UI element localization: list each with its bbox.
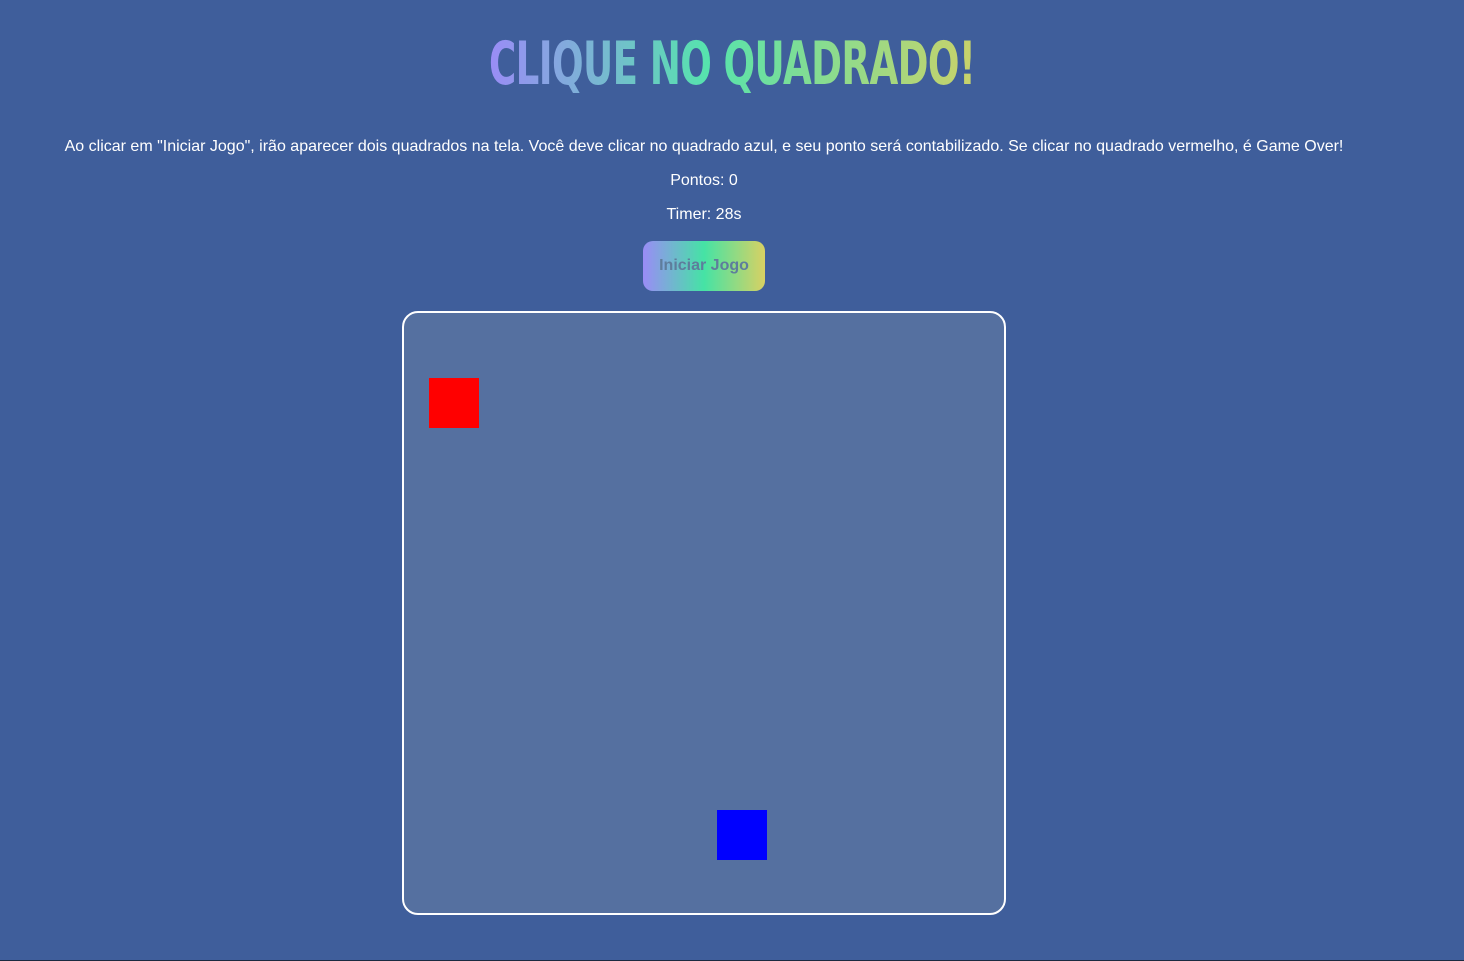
page-title: CLIQUE NO QUADRADO! (489, 24, 976, 104)
game-area[interactable] (402, 311, 1006, 915)
timer-display: Timer: 28s (666, 206, 742, 223)
game-instructions: Ao clicar em "Iniciar Jogo", irão aparec… (64, 138, 1344, 155)
start-game-button[interactable]: Iniciar Jogo (643, 241, 765, 291)
blue-square[interactable] (717, 810, 767, 860)
red-square[interactable] (429, 378, 479, 428)
score-display: Pontos: 0 (670, 172, 738, 189)
title-container: CLIQUE NO QUADRADO! (0, 24, 1464, 104)
